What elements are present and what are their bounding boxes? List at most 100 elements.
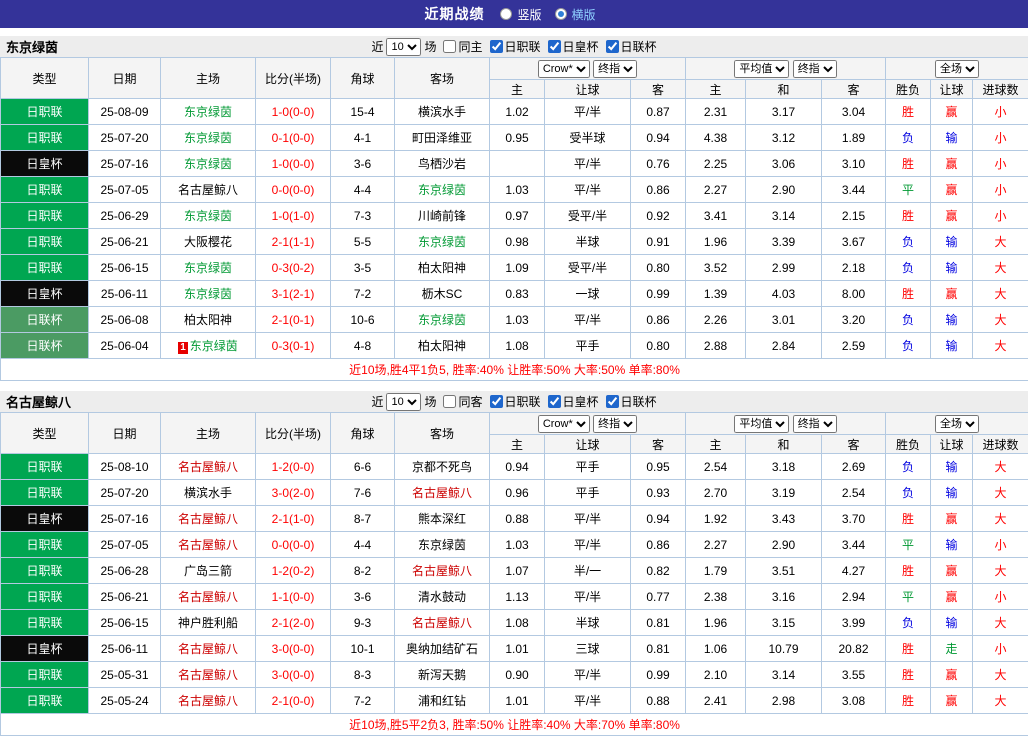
col-header-euro-draw: 和 [745, 79, 823, 99]
horizontal-layout-radio[interactable] [554, 8, 567, 20]
handicap-line: 平手 [544, 479, 631, 506]
final-odds-select[interactable]: 终指 [593, 414, 638, 433]
euro-away-odds: 3.44 [821, 176, 887, 203]
handicap-line: 受平/半 [544, 202, 631, 229]
league-filter-jleague-input[interactable] [489, 395, 503, 408]
bookmaker-select[interactable]: Crow* [537, 59, 590, 78]
league-filter-emperor-cup[interactable]: 日皇杯 [547, 38, 599, 55]
euro-away-odds: 2.94 [821, 583, 887, 610]
league-filter-emperor-cup-input[interactable] [547, 40, 561, 53]
same-venue-checkbox[interactable]: 同客 [443, 393, 483, 410]
result-group: 全场 [885, 412, 1028, 435]
match-date: 25-08-09 [88, 98, 161, 125]
average-odds-select[interactable]: 平均值 [734, 414, 790, 433]
final-odds-select-2[interactable]: 终指 [792, 414, 837, 433]
col-header-type: 类型 [0, 57, 89, 99]
corners-cell: 4-4 [330, 531, 395, 558]
result-handicap: 赢 [930, 176, 974, 203]
handicap-line: 平/半 [544, 98, 631, 125]
result-outcome: 平 [885, 583, 932, 610]
handicap-line: 受半球 [544, 124, 631, 151]
handicap-away-odds: 0.86 [629, 176, 687, 203]
vertical-layout-label[interactable]: 竖版 [517, 6, 541, 23]
handicap-away-odds: 0.80 [629, 332, 687, 359]
col-header-result-outcome: 胜负 [885, 434, 932, 454]
result-outcome: 胜 [885, 202, 932, 229]
match-date: 25-05-31 [88, 661, 161, 688]
euro-draw-odds: 2.90 [745, 176, 823, 203]
score-cell: 1-0(0-0) [255, 150, 331, 177]
final-odds-select[interactable]: 终指 [593, 59, 638, 78]
home-team-cell: 名古屋鲸八 [160, 531, 256, 558]
euro-home-odds: 4.38 [685, 124, 747, 151]
same-venue-checkbox[interactable]: 同主 [443, 38, 483, 55]
home-team-cell: 名古屋鲸八 [160, 635, 256, 662]
away-team-cell: 名古屋鲸八 [394, 479, 490, 506]
section-header: 名古屋鲸八 近 10 场 同客 日职联 日皇杯 日联杯 [0, 391, 1028, 412]
same-venue-input[interactable] [443, 395, 457, 408]
league-filter-emperor-cup-input[interactable] [547, 395, 561, 408]
final-odds-select-2[interactable]: 终指 [792, 59, 837, 78]
same-venue-input[interactable] [443, 40, 457, 53]
home-team-cell: 名古屋鲸八 [160, 583, 256, 610]
col-header-away: 客场 [394, 57, 490, 99]
col-header-result-handicap: 让球 [930, 79, 974, 99]
away-team-cell: 川崎前锋 [394, 202, 490, 229]
handicap-line: 半/一 [544, 557, 631, 584]
euro-draw-odds: 3.06 [745, 150, 823, 177]
home-team-cell: 东京绿茵 [160, 280, 256, 307]
match-date: 25-06-11 [88, 635, 161, 662]
result-outcome: 胜 [885, 635, 932, 662]
result-outcome: 平 [885, 531, 932, 558]
result-goals: 小 [972, 124, 1028, 151]
league-filter-league-cup[interactable]: 日联杯 [605, 38, 657, 55]
match-row: 日联杯 25-06-08 柏太阳神 2-1(0-1) 10-6 东京绿茵 1.03 平/半 0.… [0, 306, 1028, 333]
corners-cell: 7-6 [330, 479, 395, 506]
match-type-badge: 日职联 [0, 98, 89, 125]
league-filter-league-cup-input[interactable] [605, 40, 619, 53]
result-handicap: 输 [930, 453, 974, 480]
match-type-badge: 日皇杯 [0, 150, 89, 177]
match-date: 25-06-08 [88, 306, 161, 333]
games-count-select[interactable]: 10 [386, 392, 422, 411]
match-row: 日皇杯 25-06-11 东京绿茵 3-1(2-1) 7-2 枥木SC 0.83 一球 0.99… [0, 280, 1028, 307]
league-filter-jleague-input[interactable] [489, 40, 503, 53]
euro-draw-odds: 3.14 [745, 661, 823, 688]
euro-away-odds: 3.08 [821, 687, 887, 714]
home-team-cell: 横滨水手 [160, 479, 256, 506]
fulltime-select[interactable]: 全场 [935, 414, 980, 433]
average-odds-select[interactable]: 平均值 [734, 59, 790, 78]
recent-label: 近 [371, 395, 384, 409]
league-filter-jleague[interactable]: 日职联 [489, 393, 541, 410]
league-filter-jleague[interactable]: 日职联 [489, 38, 541, 55]
vertical-layout-radio[interactable] [500, 8, 513, 20]
handicap-line: 平/半 [544, 531, 631, 558]
result-goals: 小 [972, 150, 1028, 177]
games-count-select[interactable]: 10 [386, 37, 422, 56]
col-header-odds-away: 客 [629, 434, 687, 454]
score-cell: 3-0(2-0) [255, 479, 331, 506]
bookmaker-select[interactable]: Crow* [537, 414, 590, 433]
result-handicap: 赢 [930, 150, 974, 177]
match-date: 25-06-15 [88, 254, 161, 281]
match-row: 日职联 25-06-15 东京绿茵 0-3(0-2) 3-5 柏太阳神 1.09 受平/半 0.… [0, 254, 1028, 281]
league-filter-emperor-cup[interactable]: 日皇杯 [547, 393, 599, 410]
match-date: 25-06-28 [88, 557, 161, 584]
league-filter-league-cup[interactable]: 日联杯 [605, 393, 657, 410]
euro-home-odds: 2.41 [685, 687, 747, 714]
score-cell: 0-0(0-0) [255, 176, 331, 203]
match-date: 25-06-21 [88, 583, 161, 610]
games-label: 场 [424, 40, 437, 54]
col-header-home: 主场 [160, 412, 256, 454]
col-header-result-handicap: 让球 [930, 434, 974, 454]
horizontal-layout-label[interactable]: 横版 [572, 6, 596, 23]
home-team-cell: 东京绿茵 [160, 202, 256, 229]
handicap-home-odds: 1.03 [489, 176, 545, 203]
match-row: 日职联 25-07-20 横滨水手 3-0(2-0) 7-6 名古屋鲸八 0.96 平手 0.9… [0, 479, 1028, 506]
corners-cell: 6-6 [330, 453, 395, 480]
fulltime-select[interactable]: 全场 [935, 59, 980, 78]
handicap-home-odds: 1.09 [489, 254, 545, 281]
euro-draw-odds: 3.01 [745, 306, 823, 333]
league-filter-league-cup-input[interactable] [605, 395, 619, 408]
score-cell: 3-1(2-1) [255, 280, 331, 307]
